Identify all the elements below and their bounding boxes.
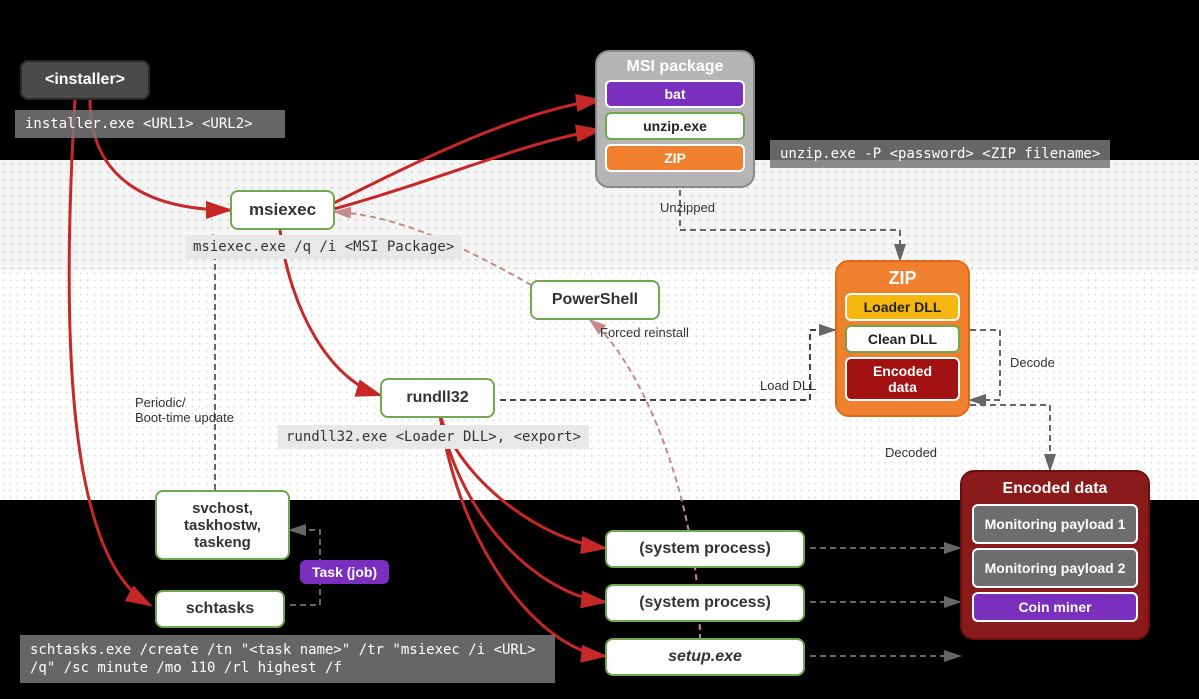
decoded-label: Decoded bbox=[885, 445, 937, 460]
schtasks-cmd: schtasks.exe /create /tn "<task name>" /… bbox=[20, 635, 555, 683]
encoded-coin: Coin miner bbox=[972, 592, 1138, 622]
decode-label: Decode bbox=[1010, 355, 1055, 370]
msiexec-node: msiexec bbox=[230, 190, 335, 230]
zip-clean: Clean DLL bbox=[845, 325, 960, 353]
sysproc1-node: (system process) bbox=[605, 530, 805, 568]
encoded-title: Encoded data bbox=[972, 480, 1138, 498]
encoded-mon2: Monitoring payload 2 bbox=[972, 548, 1138, 588]
unzip-cmd: unzip.exe -P <password> <ZIP filename> bbox=[770, 140, 1110, 168]
msiexec-cmd-text: msiexec.exe /q /i <MSI Package> bbox=[193, 239, 454, 255]
schtasks-node: schtasks bbox=[155, 590, 285, 628]
msi-title: MSI package bbox=[605, 58, 745, 76]
encoded-mon1: Monitoring payload 1 bbox=[972, 504, 1138, 544]
taskjob-tag: Task (job) bbox=[300, 560, 389, 584]
msi-package-panel: MSI package bat unzip.exe ZIP bbox=[595, 50, 755, 188]
zip-loader: Loader DLL bbox=[845, 293, 960, 321]
installer-node: <installer> bbox=[20, 60, 150, 100]
sysproc1-label: (system process) bbox=[639, 540, 771, 558]
loaddll-label: Load DLL bbox=[760, 378, 816, 393]
schtasks-cmd-text: schtasks.exe /create /tn "<task name>" /… bbox=[30, 642, 536, 676]
msiexec-label: msiexec bbox=[249, 200, 316, 220]
unzip-cmd-text: unzip.exe -P <password> <ZIP filename> bbox=[780, 146, 1100, 162]
setup-label: setup.exe bbox=[668, 648, 742, 666]
zip-encoded: Encoded data bbox=[845, 357, 960, 401]
zip-panel: ZIP Loader DLL Clean DLL Encoded data bbox=[835, 260, 970, 417]
sysproc2-label: (system process) bbox=[639, 594, 771, 612]
svchost-label: svchost, taskhostw, taskeng bbox=[171, 500, 274, 551]
zip-title: ZIP bbox=[845, 268, 960, 289]
rundll32-node: rundll32 bbox=[380, 378, 495, 418]
svchost-node: svchost, taskhostw, taskeng bbox=[155, 490, 290, 560]
powershell-node: PowerShell bbox=[530, 280, 660, 320]
installer-cmd-text: installer.exe <URL1> <URL2> bbox=[25, 116, 253, 132]
msi-zip: ZIP bbox=[605, 144, 745, 172]
rundll32-cmd: rundll32.exe <Loader DLL>, <export> bbox=[278, 425, 589, 449]
unzipped-label: Unzipped bbox=[660, 200, 715, 215]
setup-node: setup.exe bbox=[605, 638, 805, 676]
encoded-panel: Encoded data Monitoring payload 1 Monito… bbox=[960, 470, 1150, 640]
rundll32-label: rundll32 bbox=[406, 389, 468, 407]
forced-reinstall-label: Forced reinstall bbox=[600, 325, 689, 340]
rundll32-cmd-text: rundll32.exe <Loader DLL>, <export> bbox=[286, 429, 581, 445]
periodic-label: Periodic/ Boot-time update bbox=[135, 395, 234, 425]
installer-cmd: installer.exe <URL1> <URL2> bbox=[15, 110, 285, 138]
msi-bat: bat bbox=[605, 80, 745, 108]
taskjob-label: Task (job) bbox=[312, 564, 377, 580]
powershell-label: PowerShell bbox=[552, 291, 638, 309]
sysproc2-node: (system process) bbox=[605, 584, 805, 622]
msiexec-cmd: msiexec.exe /q /i <MSI Package> bbox=[185, 235, 462, 259]
schtasks-label: schtasks bbox=[186, 600, 255, 618]
installer-label: <installer> bbox=[45, 71, 125, 89]
msi-unzip: unzip.exe bbox=[605, 112, 745, 140]
